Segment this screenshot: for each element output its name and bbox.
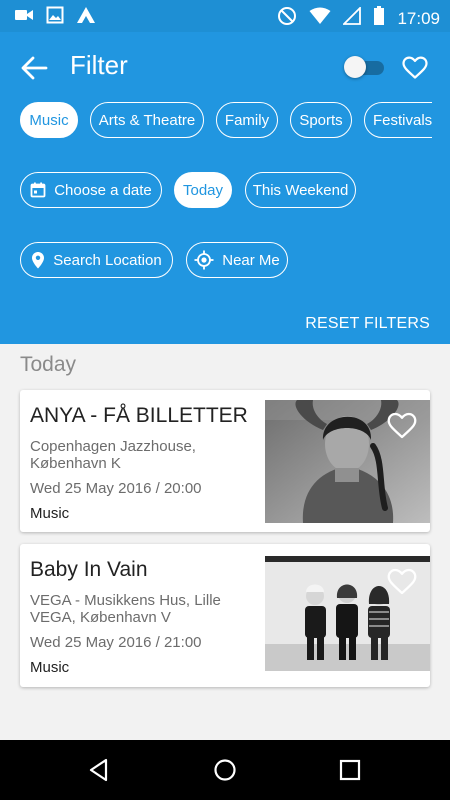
status-left-icons [14, 6, 96, 29]
signal-icon [342, 5, 362, 30]
nav-back-button[interactable] [86, 756, 114, 784]
filter-toggle[interactable] [344, 56, 388, 78]
chip-label: Sports [299, 111, 343, 129]
toggle-knob [344, 56, 366, 78]
section-title: Today [20, 353, 77, 376]
event-date: Wed 25 May 2016 / 20:00 [30, 480, 202, 497]
heart-outline-icon [402, 56, 428, 84]
recents-square-icon [336, 759, 364, 788]
video-icon [14, 7, 34, 28]
back-button[interactable] [20, 54, 50, 82]
chip-label: Family [224, 111, 270, 129]
home-circle-icon [211, 759, 239, 788]
favorites-button[interactable] [402, 56, 428, 80]
heart-outline-icon [387, 412, 417, 444]
event-name: ANYA - FÅ BILLETTER [30, 404, 248, 427]
event-card[interactable]: ANYA - FÅ BILLETTER Copenhagen Jazzhouse… [20, 390, 430, 532]
event-category: Music [30, 659, 70, 676]
chip-festivals[interactable]: Festivals [364, 102, 432, 138]
chip-label: This Weekend [252, 181, 349, 199]
chip-sports[interactable]: Sports [290, 102, 352, 138]
do-not-disturb-icon [277, 6, 297, 31]
event-venue: Copenhagen Jazzhouse, København K [30, 438, 196, 472]
event-name: Baby In Vain [30, 558, 148, 581]
image-icon [46, 6, 64, 29]
chip-label: Choose a date [54, 181, 152, 199]
chip-label: Arts & Theatre [98, 111, 196, 129]
wifi-icon [309, 7, 331, 30]
app-icon [76, 6, 96, 29]
gps-target-icon [194, 250, 214, 270]
chip-arts-theatre[interactable]: Arts & Theatre [90, 102, 204, 138]
battery-icon [373, 6, 385, 31]
toolbar: Filter [0, 32, 450, 102]
heart-outline-icon [387, 568, 417, 600]
filter-panel: Filter Music Arts & Theatre Family Sport… [0, 32, 450, 344]
status-bar: 17:09 [0, 0, 450, 32]
page-title: Filter [70, 50, 128, 80]
event-category: Music [30, 505, 70, 522]
back-triangle-icon [86, 758, 114, 788]
chip-this-weekend[interactable]: This Weekend [245, 172, 356, 208]
favorite-event-button[interactable] [387, 568, 417, 596]
nav-home-button[interactable] [211, 756, 239, 784]
event-venue: VEGA - Musikkens Hus, Lille VEGA, Københ… [30, 592, 221, 626]
chip-label: Today [182, 181, 224, 199]
location-pin-icon [31, 251, 45, 269]
status-right-icons: 17:09 [277, 5, 440, 31]
arrow-left-icon [20, 56, 50, 86]
chip-family[interactable]: Family [216, 102, 278, 138]
chip-label: Festivals [373, 111, 432, 129]
status-time: 17:09 [397, 8, 440, 28]
event-card[interactable]: Baby In Vain VEGA - Musikkens Hus, Lille… [20, 544, 430, 687]
calendar-icon [30, 182, 46, 198]
chip-near-me[interactable]: Near Me [186, 242, 288, 278]
chip-label: Search Location [53, 251, 162, 269]
reset-filters-button[interactable]: RESET FILTERS [305, 315, 430, 333]
event-date: Wed 25 May 2016 / 21:00 [30, 634, 202, 651]
nav-recents-button[interactable] [336, 756, 364, 784]
chip-search-location[interactable]: Search Location [20, 242, 173, 278]
chip-today[interactable]: Today [174, 172, 232, 208]
chip-choose-date[interactable]: Choose a date [20, 172, 162, 208]
chip-label: Near Me [222, 251, 280, 269]
chip-label: Music [29, 111, 69, 129]
navigation-bar [0, 740, 450, 800]
category-chips[interactable]: Music Arts & Theatre Family Sports Festi… [0, 102, 432, 142]
favorite-event-button[interactable] [387, 412, 417, 440]
chip-music[interactable]: Music [20, 102, 78, 138]
